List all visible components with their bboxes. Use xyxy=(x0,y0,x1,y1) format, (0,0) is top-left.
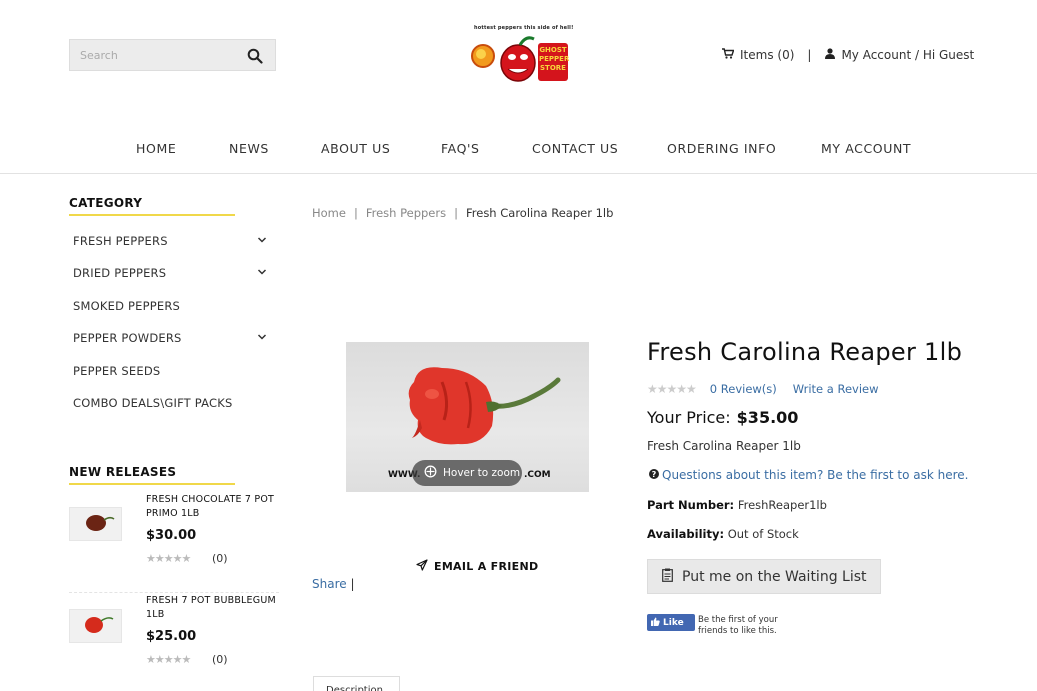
main-nav: HOME NEWS ABOUT US FAQ'S CONTACT US ORDE… xyxy=(0,130,1037,174)
nav-my-account[interactable]: MY ACCOUNT xyxy=(821,141,911,156)
share-link[interactable]: Share xyxy=(312,577,347,591)
chevron-down-icon[interactable] xyxy=(257,234,267,244)
nav-ordering-info[interactable]: ORDERING INFO xyxy=(667,141,776,156)
breadcrumb: Home | Fresh Peppers | Fresh Carolina Reaper… xyxy=(312,206,613,220)
availability-row: Availability: Out of Stock xyxy=(647,527,799,541)
category-heading: CATEGORY xyxy=(69,196,143,210)
search-input[interactable] xyxy=(70,40,240,70)
questions-label: Questions about this item? Be the first … xyxy=(662,468,969,482)
store-logo[interactable]: hottest peppers this side of hell! GHOST… xyxy=(468,25,573,85)
sidebar-item-pepper-seeds[interactable]: PEPPER SEEDS xyxy=(73,364,273,378)
product-price-row: Your Price: $35.00 xyxy=(647,408,798,427)
nav-about-us[interactable]: ABOUT US xyxy=(321,141,390,156)
nav-news[interactable]: NEWS xyxy=(229,141,269,156)
breadcrumb-fresh-peppers[interactable]: Fresh Peppers xyxy=(366,206,446,220)
zoom-label: Hover to zoom xyxy=(443,467,521,479)
write-review-link[interactable]: Write a Review xyxy=(793,382,879,396)
list-item: FRESH CHOCOLATE 7 POT PRIMO 1LB $30.00 ★… xyxy=(69,493,279,593)
cart-icon xyxy=(722,48,735,62)
questions-link[interactable]: ? Questions about this item? Be the firs… xyxy=(649,468,968,482)
sidebar-item-smoked-peppers[interactable]: SMOKED PEPPERS xyxy=(73,299,273,313)
sidebar-item-label: SMOKED PEPPERS xyxy=(73,299,181,313)
nav-faqs[interactable]: FAQ'S xyxy=(441,141,480,156)
product-price: $30.00 xyxy=(146,528,197,543)
product-thumbnail[interactable] xyxy=(69,609,122,643)
chevron-down-icon[interactable] xyxy=(257,331,267,341)
star-rating-icon: ★★★★★ xyxy=(146,552,191,565)
email-friend-label: EMAIL A FRIEND xyxy=(434,560,539,573)
chevron-down-icon[interactable] xyxy=(257,266,267,276)
review-count: (0) xyxy=(212,653,228,666)
logo-text: GHOST PEPPER STORE xyxy=(539,46,570,72)
sidebar-item-label: PEPPER POWDERS xyxy=(73,331,182,345)
facebook-like-text: Be the first of your friends to like thi… xyxy=(698,615,778,636)
user-icon xyxy=(825,48,836,62)
list-item: FRESH 7 POT BUBBLEGUM 1LB $25.00 ★★★★★ (… xyxy=(69,594,279,691)
header-separator: | xyxy=(807,48,812,62)
header-account-links: Items (0) | My Account / Hi Guest xyxy=(722,48,974,62)
search-box xyxy=(69,39,276,71)
breadcrumb-separator: | xyxy=(353,206,358,220)
product-thumbnail[interactable] xyxy=(69,507,122,541)
sidebar-item-pepper-powders[interactable]: PEPPER POWDERS xyxy=(73,331,273,345)
star-rating-icon: ★★★★★ xyxy=(647,382,697,396)
sidebar-item-fresh-peppers[interactable]: FRESH PEPPERS xyxy=(73,234,273,248)
sidebar-item-label: FRESH PEPPERS xyxy=(73,234,168,248)
product-name-link[interactable]: FRESH 7 POT BUBBLEGUM 1LB xyxy=(146,594,276,622)
review-count: (0) xyxy=(212,552,228,565)
waiting-list-label: Put me on the Waiting List xyxy=(682,568,867,585)
waiting-list-button[interactable]: Put me on the Waiting List xyxy=(647,559,881,594)
hover-to-zoom-badge[interactable]: Hover to zoom xyxy=(412,460,522,486)
search-icon[interactable] xyxy=(247,48,263,64)
part-number-label: Part Number: xyxy=(647,498,735,512)
nav-contact-us[interactable]: CONTACT US xyxy=(532,141,618,156)
new-releases-divider xyxy=(69,483,235,485)
zoom-icon xyxy=(424,465,437,481)
reviews-link[interactable]: 0 Review(s) xyxy=(710,382,777,396)
sidebar-item-label: PEPPER SEEDS xyxy=(73,364,161,378)
email-friend-link[interactable]: EMAIL A FRIEND xyxy=(416,559,538,574)
share-separator: | xyxy=(350,577,355,591)
part-number-row: Part Number: FreshReaper1lb xyxy=(647,498,827,512)
category-divider xyxy=(69,214,235,216)
product-short-description: Fresh Carolina Reaper 1lb xyxy=(647,439,801,453)
account-link[interactable]: My Account / Hi Guest xyxy=(841,48,974,62)
clipboard-icon xyxy=(662,568,673,586)
price-label: Your Price: xyxy=(647,408,731,427)
product-image[interactable]: WWW. .COM Hover to zoom xyxy=(346,342,589,492)
facebook-like-button[interactable]: Like xyxy=(647,614,695,631)
sidebar-item-label: DRIED PEPPERS xyxy=(73,266,167,280)
facebook-like-label: Like xyxy=(663,617,684,628)
sidebar-item-combo-deals[interactable]: COMBO DEALS\GIFT PACKS xyxy=(73,396,273,410)
cart-link[interactable]: Items (0) xyxy=(740,48,794,62)
star-rating-icon: ★★★★★ xyxy=(146,653,191,666)
svg-text:?: ? xyxy=(652,470,657,479)
sidebar-item-dried-peppers[interactable]: DRIED PEPPERS xyxy=(73,266,273,280)
nav-home[interactable]: HOME xyxy=(136,141,176,156)
product-name-link[interactable]: FRESH CHOCOLATE 7 POT PRIMO 1LB xyxy=(146,493,276,521)
product-title: Fresh Carolina Reaper 1lb xyxy=(647,338,963,366)
new-releases-heading: NEW RELEASES xyxy=(69,465,177,479)
paper-plane-icon xyxy=(416,559,428,574)
tab-description[interactable]: Description xyxy=(313,676,400,691)
product-price: $35.00 xyxy=(736,408,799,427)
thumbs-up-icon xyxy=(651,617,660,629)
breadcrumb-current: Fresh Carolina Reaper 1lb xyxy=(465,206,614,220)
sidebar-item-label: COMBO DEALS\GIFT PACKS xyxy=(73,396,233,410)
product-price: $25.00 xyxy=(146,629,197,644)
breadcrumb-separator: | xyxy=(454,206,458,220)
breadcrumb-home[interactable]: Home xyxy=(312,206,346,220)
question-circle-icon: ? xyxy=(649,468,659,482)
availability-value: Out of Stock xyxy=(727,527,799,541)
share-links: Share | xyxy=(312,577,355,591)
part-number-value: FreshReaper1lb xyxy=(737,498,827,512)
availability-label: Availability: xyxy=(647,527,725,541)
product-rating-row: ★★★★★ 0 Review(s) Write a Review xyxy=(647,382,895,396)
image-watermark: .COM xyxy=(524,470,551,480)
